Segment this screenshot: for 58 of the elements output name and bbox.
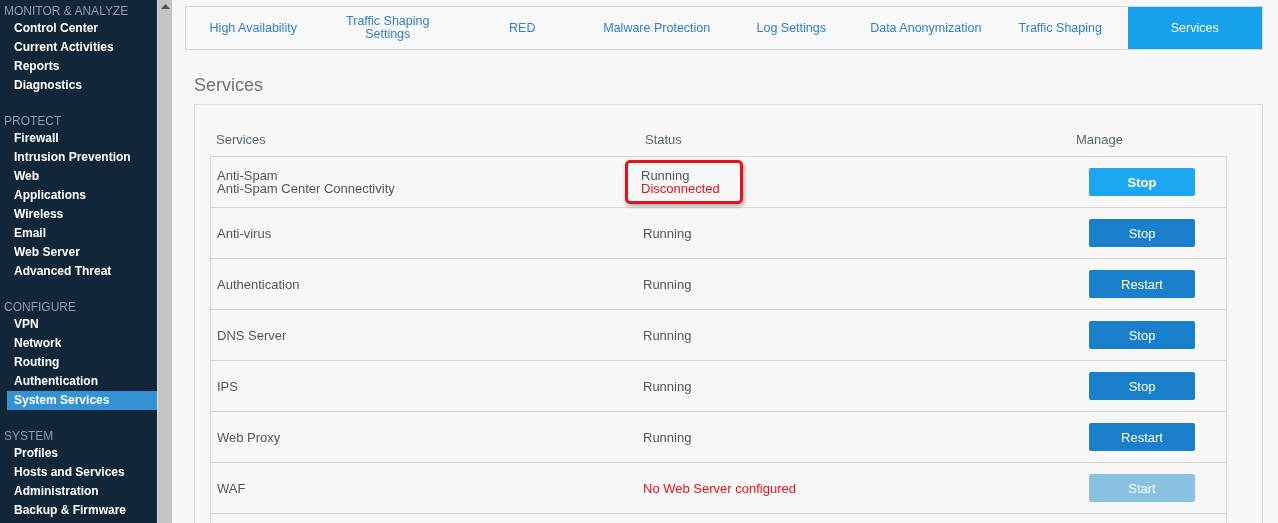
scroll-up-arrow-icon[interactable] (160, 4, 170, 9)
tab[interactable]: Malware Protection (589, 7, 724, 49)
sidebar-item[interactable]: Applications (7, 186, 157, 205)
sidebar-item[interactable]: Firewall (7, 129, 157, 148)
sidebar-item[interactable]: Intrusion Prevention (7, 148, 157, 167)
status-text: Running (643, 379, 692, 393)
sidebar-item[interactable]: Network (7, 334, 157, 353)
status-text: Running (643, 226, 692, 240)
sidebar-item[interactable]: Profiles (7, 444, 157, 463)
manage-button[interactable]: Restart (1089, 270, 1195, 298)
status-text: Running (641, 168, 690, 182)
sidebar-heading: PROTECT (3, 113, 63, 129)
sidebar-item[interactable]: Web (7, 167, 157, 186)
status-text: Running (643, 277, 692, 291)
column-header: Manage (1075, 132, 1124, 147)
manage-button[interactable]: Stop (1089, 372, 1195, 400)
tab[interactable]: RED (455, 7, 590, 49)
status-text: Running (643, 328, 692, 342)
service-name: Anti-Spam Center Connectivity (217, 182, 396, 195)
sidebar-item[interactable]: Authentication (7, 372, 157, 391)
tab[interactable]: High Availability (186, 7, 321, 49)
sidebar-heading: MONITOR & ANALYZE (3, 3, 130, 19)
sidebar-item[interactable]: Backup & Firmware (7, 501, 157, 520)
sidebar-item[interactable]: VPN (7, 315, 157, 334)
service-name: Anti-Spam (217, 169, 279, 182)
status-text: Disconnected (641, 181, 720, 195)
service-name: Anti-virus (217, 226, 273, 240)
service-name: WAF (217, 481, 247, 495)
sidebar-heading: CONFIGURE (3, 299, 77, 315)
sidebar-item[interactable]: Current Activities (7, 38, 157, 57)
sidebar-heading: SYSTEM (3, 428, 55, 444)
service-name: IPS (217, 379, 239, 393)
tab[interactable]: Data Anonymization (858, 7, 993, 49)
sidebar-item[interactable]: Administration (7, 482, 157, 501)
status-text: Running (643, 430, 692, 444)
service-name: Web Proxy (217, 430, 282, 444)
sidebar-item[interactable]: Advanced Threat (7, 262, 157, 281)
tab[interactable]: Log Settings (724, 7, 859, 49)
manage-button[interactable]: Restart (1089, 423, 1195, 451)
sidebar-item[interactable]: Wireless (7, 205, 157, 224)
sidebar-item[interactable]: Diagnostics (7, 76, 157, 95)
sidebar-item[interactable]: Web Server (7, 243, 157, 262)
page-title: Services (194, 74, 265, 96)
sidebar-item[interactable]: Routing (7, 353, 157, 372)
column-header: Status (644, 132, 683, 147)
column-header: Services (215, 132, 267, 147)
manage-button[interactable]: Stop (1089, 219, 1195, 247)
tab[interactable]: Traffic Shaping Settings (320, 7, 455, 49)
sidebar-item[interactable]: Reports (7, 57, 157, 76)
status-text: No Web Server configured (643, 481, 796, 495)
sidebar-item[interactable]: Control Center (7, 19, 157, 38)
tab[interactable]: Traffic Shaping (993, 7, 1128, 49)
sidebar-item[interactable]: Hosts and Services (7, 463, 157, 482)
service-name: DNS Server (217, 328, 288, 342)
sidebar-item[interactable]: Email (7, 224, 157, 243)
manage-button[interactable]: Stop (1089, 321, 1195, 349)
service-name: Authentication (217, 277, 301, 291)
scrollbar[interactable] (157, 0, 172, 523)
